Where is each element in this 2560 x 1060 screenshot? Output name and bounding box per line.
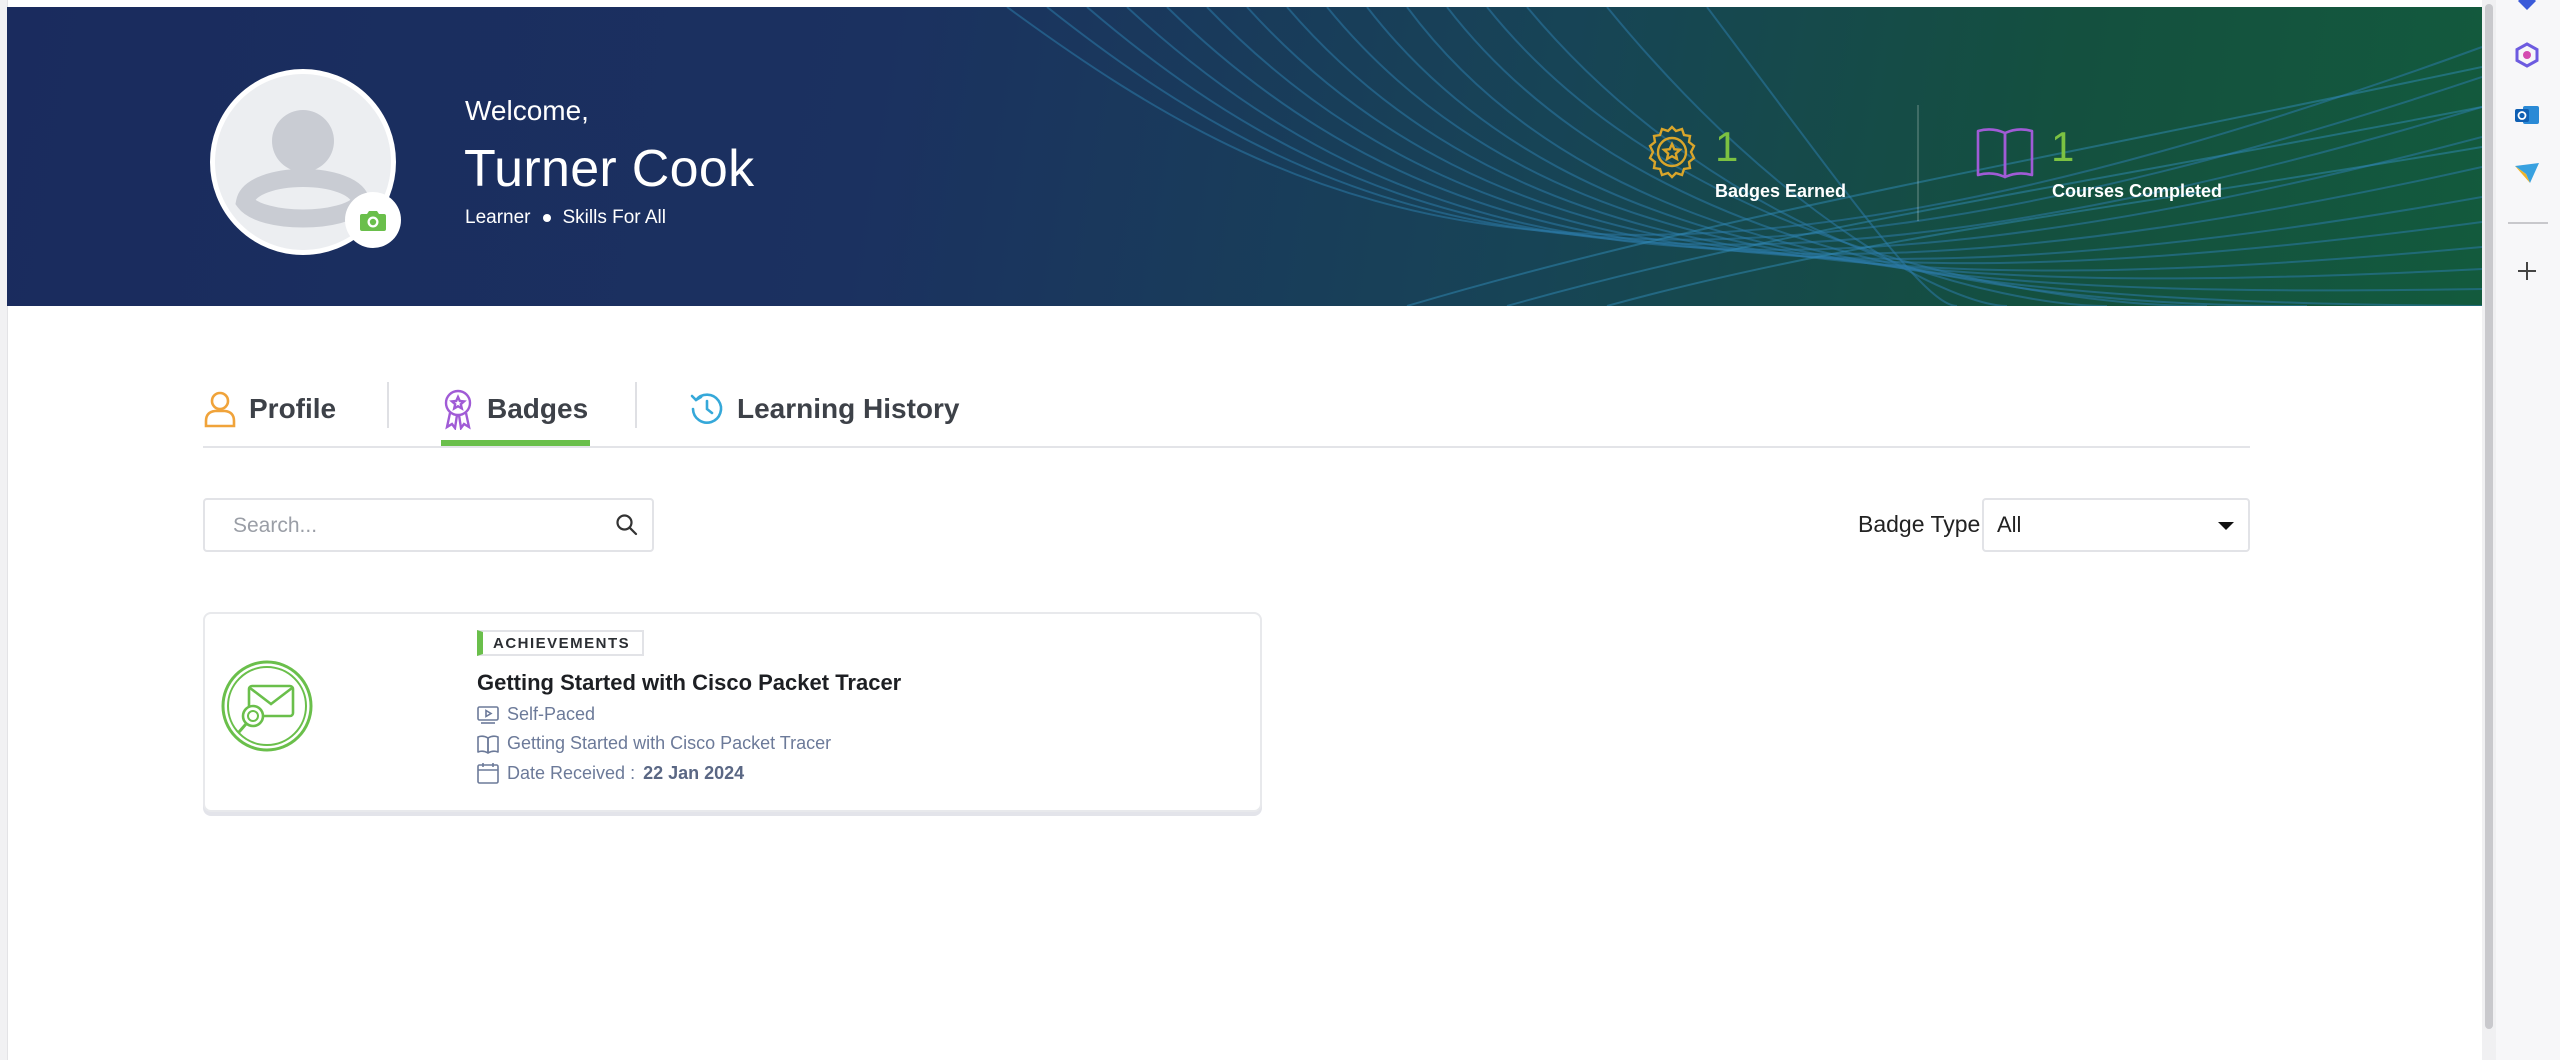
badge-date-label: Date Received : (507, 762, 636, 783)
outlook-icon[interactable] (2512, 100, 2542, 130)
stats-divider (1917, 105, 1919, 221)
role-line: Learner Skills For All (465, 207, 666, 229)
tab-learning-history-label: Learning History (737, 393, 960, 424)
courses-completed-label: Courses Completed (2052, 181, 2223, 201)
search-box (203, 498, 654, 552)
tab-divider (635, 382, 637, 428)
tab-divider (387, 382, 389, 428)
badge-card[interactable]: ACHIEVEMENTS Getting Started with Cisco … (203, 612, 1262, 812)
tab-profile[interactable]: Profile (203, 372, 336, 446)
badge-type-select[interactable]: All (1982, 498, 2250, 552)
user-organization: Skills For All (562, 207, 666, 228)
user-name: Turner Cook (464, 140, 755, 198)
badge-date-value: 22 Jan 2024 (643, 762, 745, 783)
courses-completed-count: 1 (2051, 123, 2075, 170)
badge-ribbon-icon (444, 389, 472, 430)
badges-earned-count: 1 (1715, 123, 1739, 170)
search-input[interactable] (231, 500, 605, 552)
camera-button[interactable] (345, 192, 401, 248)
badges-earned-stat: 1 Badges Earned (1645, 123, 1846, 201)
courses-completed-stat: 1 Courses Completed (1975, 123, 2222, 201)
active-tab-indicator (441, 440, 590, 446)
badge-type-value: All (1997, 512, 2022, 537)
add-icon[interactable] (2512, 256, 2542, 286)
badge-course: Getting Started with Cisco Packet Tracer (477, 733, 831, 754)
badges-earned-label: Badges Earned (1715, 181, 1847, 201)
sidebar-divider (2508, 222, 2548, 224)
badge-date: Date Received : 22 Jan 2024 (477, 762, 744, 784)
open-book-icon (1976, 128, 2034, 179)
badge-type-tag: ACHIEVEMENTS (477, 630, 645, 656)
separator-dot (542, 214, 551, 222)
profile-tabs: Profile Badges Learning History (203, 372, 2250, 448)
tab-profile-label: Profile (249, 393, 337, 424)
badge-type-label: Badge Type (1858, 511, 1981, 537)
copilot-icon[interactable] (2512, 0, 2542, 16)
office-icon[interactable] (2512, 40, 2542, 70)
badge-mode: Self-Paced (477, 704, 595, 725)
chevron-down-icon (2218, 522, 2234, 530)
badge-course-text: Getting Started with Cisco Packet Tracer (507, 733, 832, 753)
search-icon[interactable] (615, 513, 639, 537)
packet-tracer-badge-icon (221, 660, 313, 752)
tab-badges-label: Badges (487, 393, 589, 424)
badge-mode-text: Self-Paced (507, 704, 596, 724)
badge-title[interactable]: Getting Started with Cisco Packet Tracer (477, 670, 901, 696)
tab-learning-history[interactable]: Learning History (689, 372, 959, 446)
camera-icon (360, 211, 386, 231)
profile-banner: Welcome, Turner Cook Learner Skills For … (7, 7, 2482, 306)
drop-icon[interactable] (2512, 158, 2542, 188)
user-role: Learner (465, 207, 531, 228)
history-clock-icon (690, 393, 723, 424)
welcome-text: Welcome, (465, 95, 589, 126)
book-icon (477, 734, 499, 754)
video-course-icon (477, 705, 499, 724)
tab-badges[interactable]: Badges (441, 372, 588, 446)
scrollbar-thumb[interactable] (2485, 4, 2493, 1029)
badge-medal-icon (1648, 125, 1696, 179)
calendar-icon (477, 763, 499, 784)
person-icon (204, 391, 236, 428)
